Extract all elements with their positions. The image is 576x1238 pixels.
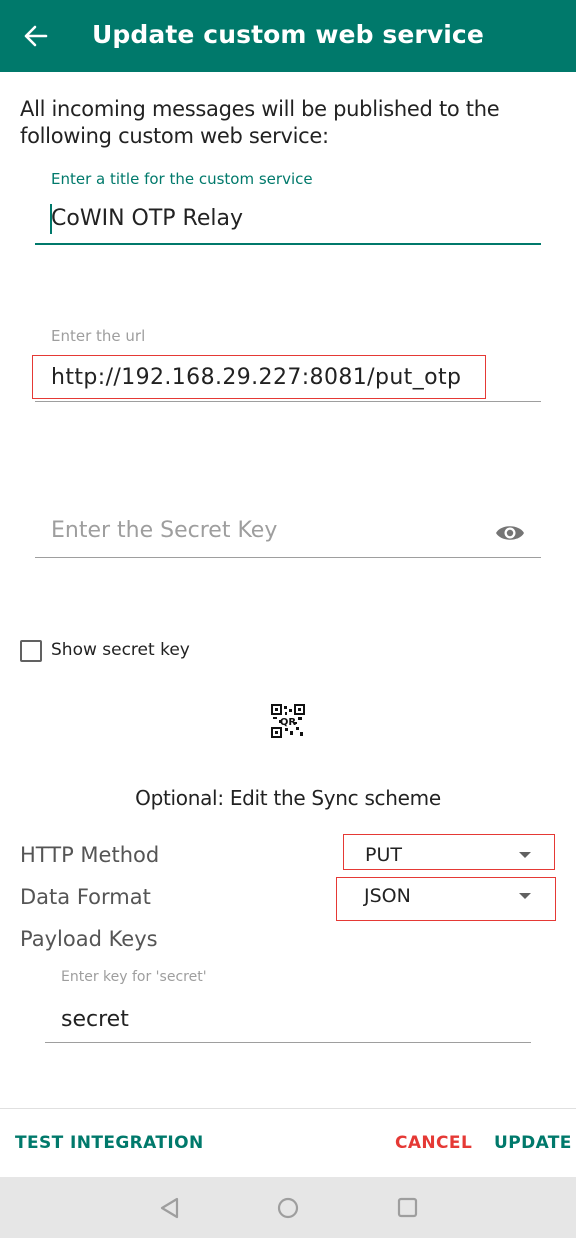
text-cursor (50, 204, 52, 234)
system-nav-bar (0, 1177, 576, 1238)
page-title: Update custom web service (92, 20, 484, 49)
nav-home-icon (277, 1197, 299, 1219)
eye-icon (496, 526, 524, 540)
arrow-back-icon (24, 25, 48, 47)
nav-recents-icon (397, 1197, 418, 1218)
http-method-label: HTTP Method (20, 843, 160, 867)
url-input-underline (35, 401, 541, 402)
app-bar: Update custom web service (0, 0, 576, 72)
back-button[interactable] (16, 16, 56, 56)
show-secret-checkbox[interactable] (20, 640, 42, 662)
secret-key-name-input[interactable]: secret (61, 1007, 129, 1032)
dropdown-arrow-icon (519, 893, 531, 899)
nav-back-button[interactable] (157, 1195, 183, 1221)
qr-code-button[interactable]: QR (271, 704, 305, 738)
data-format-dropdown[interactable]: JSON (336, 877, 556, 917)
test-integration-button[interactable]: TEST INTEGRATION (15, 1133, 204, 1153)
dropdown-arrow-icon (519, 852, 531, 858)
show-secret-label[interactable]: Show secret key (51, 640, 190, 660)
url-input[interactable]: http://192.168.29.227:8081/put_otp (51, 365, 461, 390)
url-field-label: Enter the url (51, 327, 146, 345)
secret-key-underline (35, 557, 541, 558)
secret-key-name-underline (45, 1042, 531, 1043)
secret-key-input[interactable]: Enter the Secret Key (51, 518, 277, 543)
toggle-visibility-button[interactable] (494, 519, 526, 547)
data-format-value: JSON (364, 885, 411, 907)
intro-text: All incoming messages will be published … (20, 97, 500, 148)
cancel-button[interactable]: CANCEL (395, 1133, 472, 1153)
svg-text:QR: QR (280, 717, 297, 728)
sync-scheme-heading: Optional: Edit the Sync scheme (135, 786, 441, 810)
nav-home-button[interactable] (275, 1195, 301, 1221)
http-method-dropdown[interactable]: PUT (345, 834, 555, 874)
data-format-label: Data Format (20, 885, 151, 909)
nav-back-icon (160, 1197, 179, 1219)
title-input-underline (35, 243, 541, 245)
update-button[interactable]: UPDATE (494, 1133, 572, 1153)
title-field-label: Enter a title for the custom service (51, 170, 313, 188)
title-input[interactable]: CoWIN OTP Relay (51, 206, 243, 231)
action-divider (0, 1108, 576, 1109)
secret-key-name-label: Enter key for 'secret' (61, 969, 207, 985)
payload-keys-label: Payload Keys (20, 927, 158, 951)
qr-code-icon: QR (271, 704, 305, 738)
nav-recents-button[interactable] (395, 1195, 421, 1221)
http-method-value: PUT (365, 844, 402, 866)
